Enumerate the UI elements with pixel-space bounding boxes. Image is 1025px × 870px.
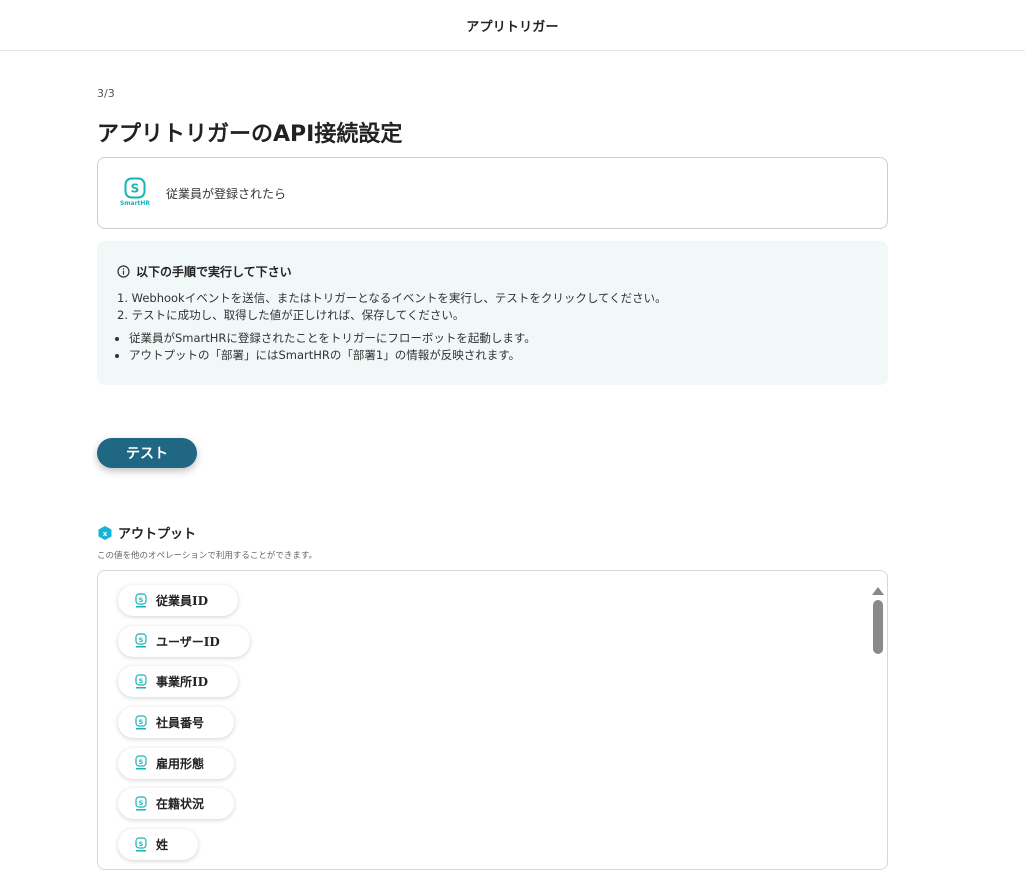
- smarthr-icon: S: [134, 592, 148, 609]
- step-indicator: 3/3: [97, 87, 115, 100]
- smarthr-icon: S: [134, 755, 148, 771]
- smarthr-icon: S: [134, 633, 148, 649]
- output-chip[interactable]: S 事業所ID: [118, 666, 239, 698]
- output-chip-list: S 従業員ID S ユーザーID S 事業所ID S 社員番号 S 雇用形態 S…: [118, 585, 250, 869]
- output-chip[interactable]: S 社員番号: [118, 707, 235, 739]
- smarthr-icon: S: [134, 837, 148, 853]
- instructions-notes: 従業員がSmartHRに登録されたことをトリガーにフローボットを起動します。 ア…: [117, 330, 866, 364]
- smarthr-icon: S: [134, 714, 148, 731]
- instruction-step: 2. テストに成功し、取得した値が正しければ、保存してください。: [117, 308, 465, 322]
- output-heading: x アウトプット: [97, 523, 196, 542]
- svg-text:S: S: [139, 718, 144, 726]
- smarthr-logo-text: SmartHR: [119, 200, 151, 207]
- instructions-box: 以下の手順で実行して下さい 1. Webhookイベントを送信、またはトリガーと…: [97, 241, 888, 385]
- output-title: アウトプット: [118, 527, 197, 542]
- instructions-heading-text: 以下の手順で実行して下さい: [136, 265, 292, 279]
- smarthr-icon: S: [134, 674, 148, 690]
- header-bar: アプリトリガー: [0, 0, 1025, 51]
- info-icon: [117, 265, 130, 278]
- output-chip[interactable]: S 姓: [118, 829, 199, 861]
- output-list-panel[interactable]: S 従業員ID S ユーザーID S 事業所ID S 社員番号 S 雇用形態 S…: [97, 570, 888, 870]
- svg-text:S: S: [139, 596, 144, 604]
- smarthr-icon: S: [134, 796, 148, 812]
- smarthr-icon: S: [124, 177, 146, 199]
- smarthr-logo: S SmartHR: [120, 177, 150, 209]
- output-chip-label: 在籍状況: [156, 797, 205, 812]
- output-chip-label: 雇用形態: [156, 756, 205, 771]
- output-chip-label: 事業所ID: [156, 675, 209, 690]
- output-chip-label: ユーザーID: [156, 634, 220, 649]
- output-icon: x: [97, 525, 113, 541]
- output-chip-label: 社員番号: [156, 716, 205, 731]
- scroll-up-arrow-icon[interactable]: [871, 581, 885, 600]
- page-title: アプリトリガーのAPI接続設定: [97, 122, 403, 147]
- output-chip[interactable]: S 従業員ID: [118, 585, 239, 616]
- instructions-heading: 以下の手順で実行して下さい: [117, 263, 866, 280]
- instruction-step: 1. Webhookイベントを送信、またはトリガーとなるイベントを実行し、テスト…: [117, 291, 667, 305]
- svg-text:S: S: [139, 677, 144, 685]
- svg-text:S: S: [131, 182, 140, 196]
- svg-text:S: S: [139, 636, 144, 644]
- header-title: アプリトリガー: [466, 19, 559, 35]
- svg-text:x: x: [103, 530, 108, 538]
- test-button[interactable]: テスト: [97, 438, 197, 468]
- output-chip-label: 姓: [156, 838, 169, 853]
- svg-text:S: S: [139, 840, 144, 848]
- instruction-note: 従業員がSmartHRに登録されたことをトリガーにフローボットを起動します。: [129, 330, 866, 347]
- svg-text:S: S: [139, 758, 144, 766]
- output-chip[interactable]: S 在籍状況: [118, 788, 235, 820]
- output-note: この値を他のオペレーションで利用することができます。: [97, 551, 317, 561]
- instruction-note: アウトプットの「部署」にはSmartHRの「部署1」の情報が反映されます。: [129, 347, 866, 364]
- instructions-steps: 1. Webhookイベントを送信、またはトリガーとなるイベントを実行し、テスト…: [117, 290, 866, 324]
- svg-text:S: S: [139, 799, 144, 807]
- trigger-event-label: 従業員が登録されたら: [166, 186, 287, 201]
- app-trigger-card: S SmartHR 従業員が登録されたら: [97, 157, 888, 229]
- output-chip-label: 従業員ID: [156, 594, 209, 608]
- scrollbar-thumb[interactable]: [873, 600, 883, 654]
- output-chip[interactable]: S 雇用形態: [118, 747, 235, 779]
- output-chip[interactable]: S ユーザーID: [118, 625, 250, 657]
